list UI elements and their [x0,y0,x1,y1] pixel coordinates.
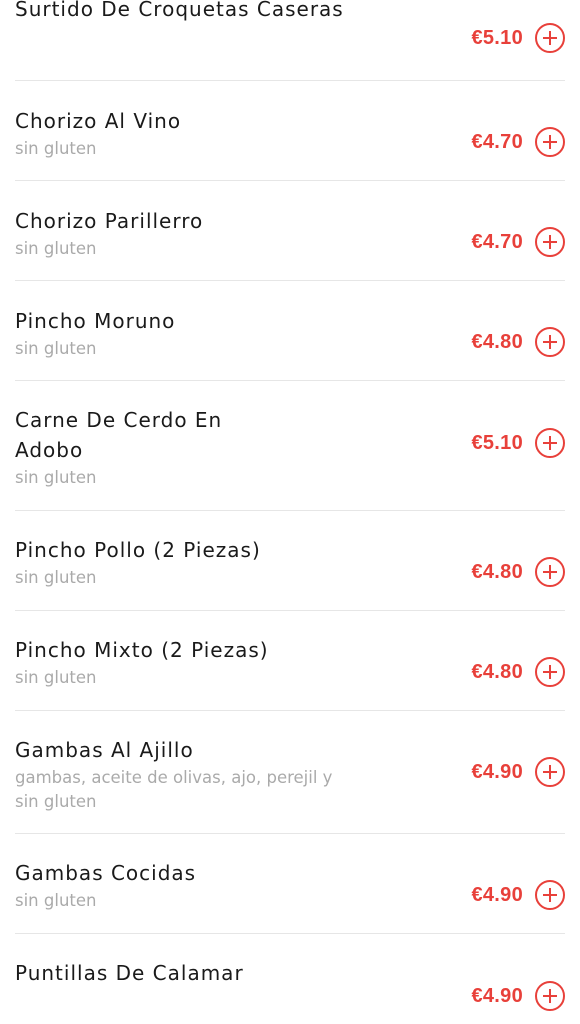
menu-item[interactable]: Pincho Mixto (2 Piezas) sin gluten €4.80 [15,611,565,711]
menu-item-name: Chorizo Al Vino [15,109,182,133]
plus-icon [543,989,557,1003]
plus-icon [543,31,557,45]
plus-icon [543,335,557,349]
plus-icon [543,235,557,249]
menu-item-description: sin gluten [15,139,97,158]
menu-item[interactable]: Chorizo Parillerro sin gluten €4.70 [15,181,565,281]
menu-item-text: Carne De Cerdo En Adobo sin gluten [15,405,350,490]
menu-item-name: Carne De Cerdo En Adobo [15,408,223,462]
menu-item-description: sin gluten [15,468,97,487]
menu-item[interactable]: Surtido De Croquetas Caseras €5.10 [15,0,565,81]
menu-item-name: Pincho Pollo (2 Piezas) [15,538,261,562]
menu-item-price: €4.90 [471,761,523,783]
menu-item[interactable]: Gambas Cocidas sin gluten €4.90 [15,834,565,934]
plus-icon [543,565,557,579]
menu-item-name: Puntillas De Calamar [15,961,244,985]
plus-icon [543,665,557,679]
menu-item-description: sin gluten [15,891,97,910]
add-to-cart-button[interactable] [535,657,565,687]
add-to-cart-button[interactable] [535,757,565,787]
menu-item-name: Gambas Cocidas [15,861,197,885]
menu-item-price: €4.90 [471,985,523,1007]
plus-icon [543,888,557,902]
add-to-cart-button[interactable] [535,127,565,157]
menu-item-price: €4.70 [471,131,523,153]
menu-item-text: Chorizo Al Vino sin gluten [15,106,350,161]
menu-item-name: Surtido De Croquetas Caseras [15,0,344,21]
menu-item-text: Surtido De Croquetas Caseras [15,0,350,24]
menu-item-text: Gambas Cocidas sin gluten [15,858,350,913]
menu-item-text: Pincho Moruno sin gluten [15,306,350,361]
add-to-cart-button[interactable] [535,981,565,1011]
menu-item-price: €4.80 [471,661,523,683]
menu-item[interactable]: Gambas Al Ajillo gambas, aceite de oliva… [15,711,565,834]
menu-item-text: Puntillas De Calamar [15,958,350,988]
menu-item-price: €4.70 [471,231,523,253]
menu-item-description: gambas, aceite de olivas, ajo, perejil y… [15,768,333,811]
menu-item-name: Chorizo Parillerro [15,209,204,233]
menu-item[interactable]: Chorizo Al Vino sin gluten €4.70 [15,81,565,181]
add-to-cart-button[interactable] [535,880,565,910]
menu-item-price: €5.10 [471,432,523,454]
menu-item-name: Gambas Al Ajillo [15,738,194,762]
plus-icon [543,436,557,450]
menu-item-name: Pincho Mixto (2 Piezas) [15,638,269,662]
menu-item-price: €4.80 [471,331,523,353]
add-to-cart-button[interactable] [535,227,565,257]
menu-item-text: Chorizo Parillerro sin gluten [15,206,350,261]
menu-item-text: Pincho Pollo (2 Piezas) sin gluten [15,535,350,590]
add-to-cart-button[interactable] [535,428,565,458]
menu-item-price: €4.90 [471,884,523,906]
menu-item-description: sin gluten [15,239,97,258]
menu-item[interactable]: Puntillas De Calamar €4.90 [15,934,565,1022]
add-to-cart-button[interactable] [535,557,565,587]
menu-item-description: sin gluten [15,668,97,687]
menu-item-description: sin gluten [15,339,97,358]
menu-item-name: Pincho Moruno [15,309,176,333]
add-to-cart-button[interactable] [535,327,565,357]
menu-item-list: Surtido De Croquetas Caseras €5.10 Chori… [0,0,580,1022]
add-to-cart-button[interactable] [535,23,565,53]
menu-item-text: Pincho Mixto (2 Piezas) sin gluten [15,635,350,690]
menu-item[interactable]: Pincho Pollo (2 Piezas) sin gluten €4.80 [15,511,565,611]
menu-item-price: €4.80 [471,561,523,583]
menu-item[interactable]: Pincho Moruno sin gluten €4.80 [15,281,565,381]
plus-icon [543,765,557,779]
menu-item-description: sin gluten [15,568,97,587]
plus-icon [543,135,557,149]
menu-item[interactable]: Carne De Cerdo En Adobo sin gluten €5.10 [15,381,565,511]
menu-item-text: Gambas Al Ajillo gambas, aceite de oliva… [15,735,350,814]
menu-item-price: €5.10 [471,27,523,49]
